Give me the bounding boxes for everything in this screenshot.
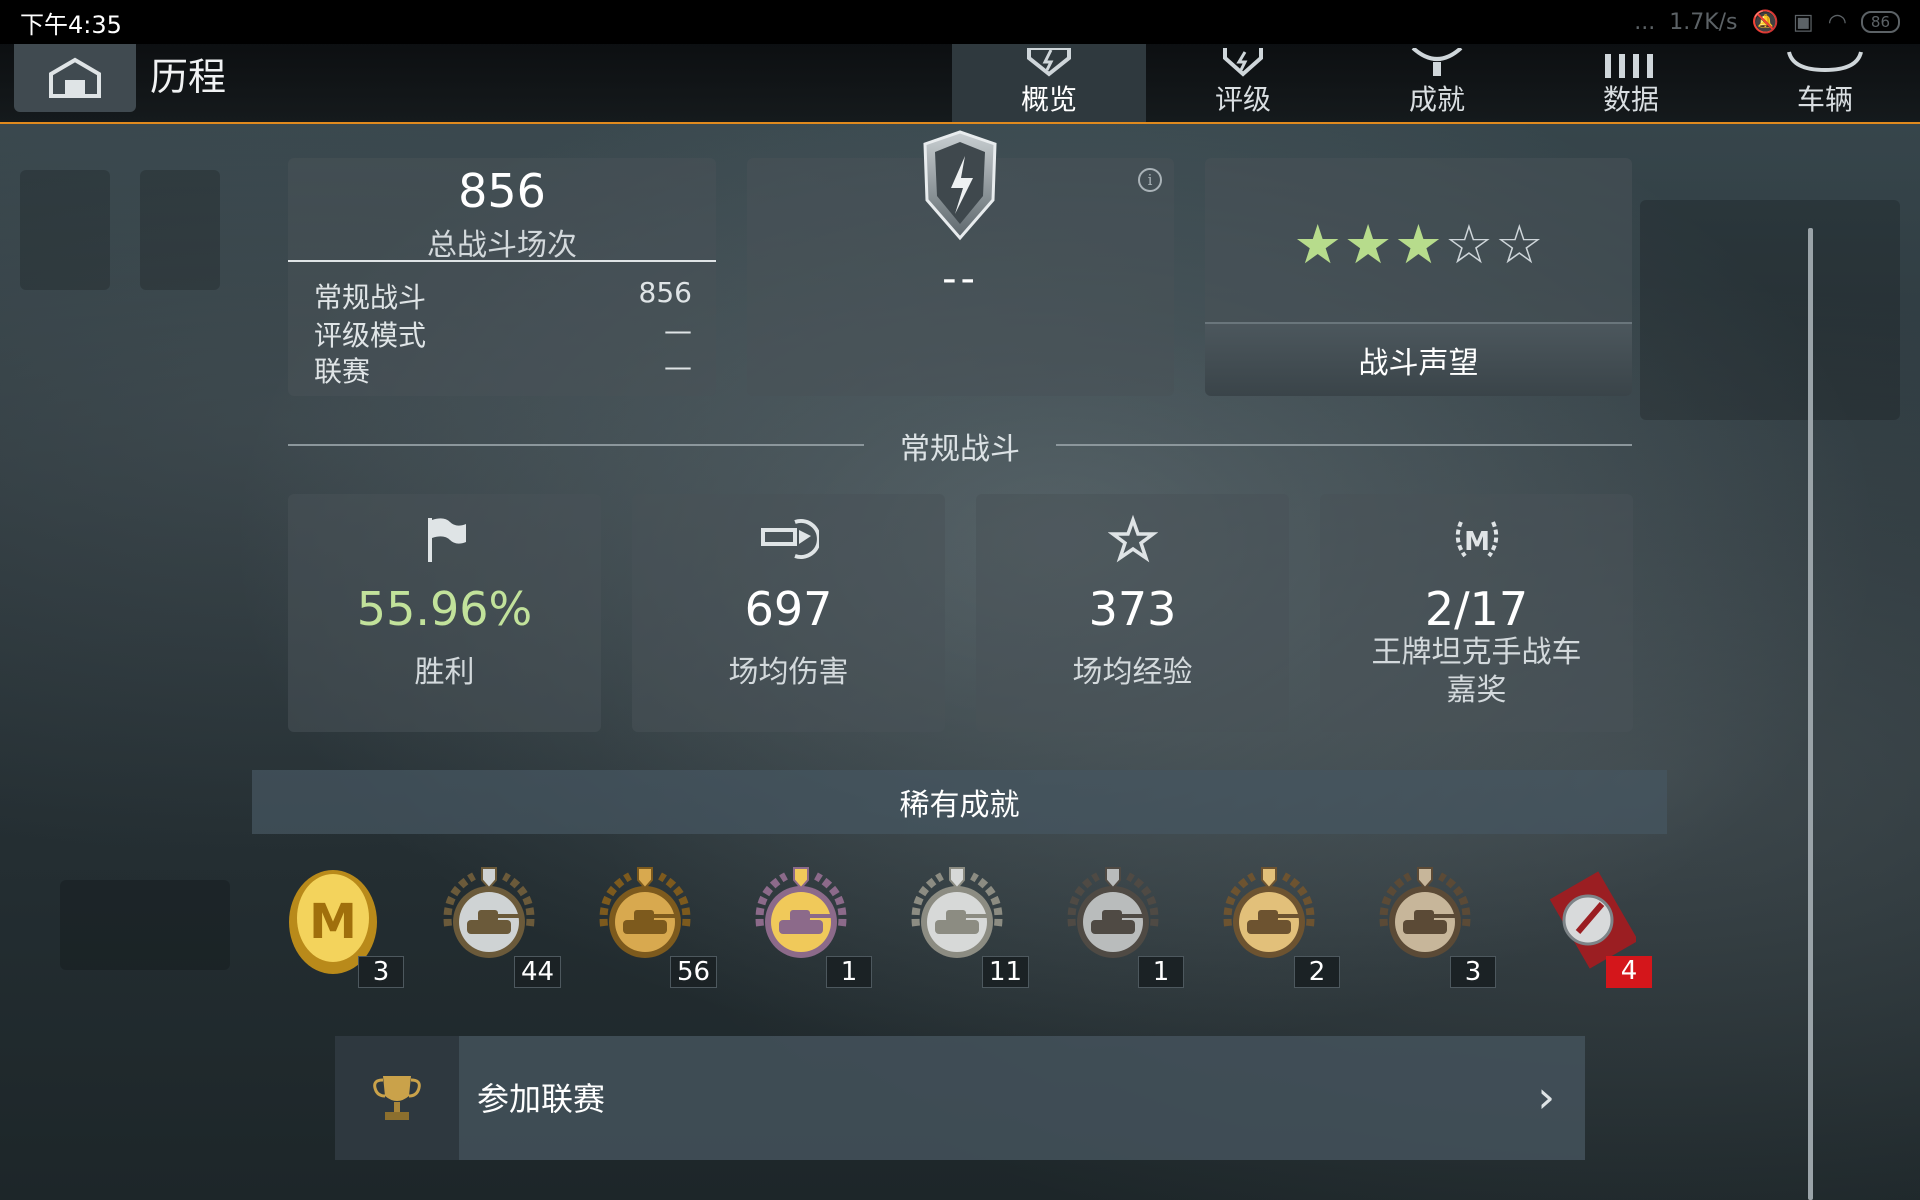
reputation-card: ★ ★ ★ ☆ ☆ 战斗声望: [1205, 158, 1632, 396]
battery-level: 86: [1860, 11, 1900, 33]
rank-shield-icon: [923, 130, 997, 241]
home-button[interactable]: [14, 44, 136, 112]
bars-icon: [1605, 54, 1653, 78]
medal-count-badge: 1: [826, 956, 872, 988]
tab-label: 评级: [1214, 83, 1271, 116]
medal-count-badge: 11: [982, 956, 1030, 988]
scrollbar[interactable]: [1808, 228, 1813, 1200]
stat-label: 王牌坦克手战车 嘉奖: [1371, 635, 1582, 708]
star-filled-icon: ★: [1343, 213, 1393, 276]
stat-label: 场均经验: [1072, 655, 1193, 690]
tab-label: 数据: [1602, 83, 1659, 116]
vehicle-icon: [1787, 51, 1863, 73]
battle-type-row: 联赛 —: [314, 350, 692, 390]
battle-type-value: 856: [638, 276, 692, 309]
stat-card-damage: 697 场均伤害: [632, 494, 945, 732]
medal-count-badge: 2: [1294, 956, 1340, 988]
medal-count-badge: 3: [358, 956, 404, 988]
mastery-icon: M: [1455, 521, 1498, 558]
sim-icon: ▣: [1792, 9, 1814, 35]
stat-card-winrate: 55.96% 胜利: [288, 494, 601, 732]
battle-reputation-button[interactable]: 战斗声望: [1205, 322, 1632, 396]
battle-type-row: 常规战斗 856: [314, 276, 692, 316]
league-label: 参加联赛: [477, 1080, 606, 1118]
separator-line: [288, 444, 864, 446]
page-title: 历程: [150, 55, 227, 99]
trophy-icon: [1411, 48, 1463, 76]
divider: [288, 260, 716, 262]
tab-label: 成就: [1408, 83, 1465, 116]
medal-count-badge: 4: [1606, 956, 1652, 988]
tab-label: 车辆: [1796, 83, 1853, 116]
stat-value: 55.96%: [356, 582, 533, 636]
battle-type-label: 评级模式: [314, 319, 427, 352]
status-time: 下午4:35: [20, 10, 122, 39]
star-icon: [1107, 514, 1158, 563]
tab-achievements[interactable]: 成就: [1340, 44, 1534, 122]
tab-overview[interactable]: 概览: [952, 44, 1146, 122]
join-league-button[interactable]: 参加联赛 ›: [335, 1036, 1585, 1160]
reputation-stars: ★ ★ ★ ☆ ☆: [1205, 218, 1632, 272]
shield-tab-icon: [1027, 48, 1071, 77]
stat-value: 2/17: [1424, 582, 1529, 636]
section-title: 常规战斗: [900, 432, 1020, 467]
medal-count-badge: 3: [1450, 956, 1496, 988]
rare-achievements-header: 稀有成就: [252, 770, 1667, 834]
stat-card-experience: 373 场均经验: [976, 494, 1289, 732]
stat-value: 373: [1088, 582, 1177, 636]
medal-count-badge: 56: [670, 956, 718, 988]
battle-type-value: —: [664, 314, 692, 347]
star-empty-icon: ☆: [1495, 213, 1544, 276]
stat-value: 697: [744, 582, 833, 636]
tab-rating[interactable]: 评级: [1146, 44, 1340, 122]
shell-icon: [760, 519, 819, 559]
garage-icon: [49, 57, 101, 98]
net-speed: 1.7K/s: [1669, 9, 1738, 35]
flag-icon: [427, 518, 466, 562]
system-indicators: ... 1.7K/s 🔕 ▣ ◠ 86: [1634, 10, 1900, 35]
battle-type-value: —: [664, 350, 692, 383]
battles-card: 856 总战斗场次 常规战斗 856 评级模式 — 联赛 —: [288, 158, 716, 396]
medal-count-badge: 1: [1138, 956, 1184, 988]
status-bar: 下午4:35 ... 1.7K/s 🔕 ▣ ◠ 86: [0, 0, 1920, 44]
rank-value: --: [942, 256, 979, 302]
svg-text:M: M: [309, 894, 357, 950]
mute-icon: 🔕: [1751, 9, 1779, 35]
tab-vehicles[interactable]: 车辆: [1728, 44, 1920, 122]
star-empty-icon: ☆: [1444, 213, 1494, 276]
tab-label: 概览: [1020, 83, 1077, 116]
star-filled-icon: ★: [1394, 213, 1443, 276]
battle-type-label: 常规战斗: [314, 281, 427, 314]
wifi-icon: ◠: [1827, 9, 1847, 35]
stat-card-mastery: M 2/17 王牌坦克手战车 嘉奖: [1320, 494, 1633, 732]
medal-count-badge: 44: [514, 956, 562, 988]
cup-icon: [373, 1076, 421, 1120]
svg-text:M: M: [1464, 527, 1490, 557]
total-battles-label: 总战斗场次: [427, 228, 577, 263]
battle-type-label: 联赛: [314, 355, 371, 388]
total-battles-value: 856: [458, 164, 546, 218]
overflow-dots: ...: [1634, 9, 1656, 35]
info-icon[interactable]: i: [1138, 168, 1162, 192]
top-header: 历程 概览 评级 成就 数据 车辆: [0, 44, 1920, 124]
chevron-right-icon: ›: [1537, 1072, 1555, 1123]
rating-icon: [1223, 48, 1263, 77]
battle-type-row: 评级模式 —: [314, 314, 692, 354]
separator-line: [1056, 444, 1632, 446]
league-icon-box: [335, 1036, 459, 1160]
tab-data[interactable]: 数据: [1534, 44, 1728, 122]
stat-label: 场均伤害: [728, 655, 849, 690]
tab-bar: 概览 评级 成就 数据 车辆: [952, 44, 1920, 122]
star-filled-icon: ★: [1293, 213, 1342, 276]
stat-label: 胜利: [414, 655, 475, 690]
